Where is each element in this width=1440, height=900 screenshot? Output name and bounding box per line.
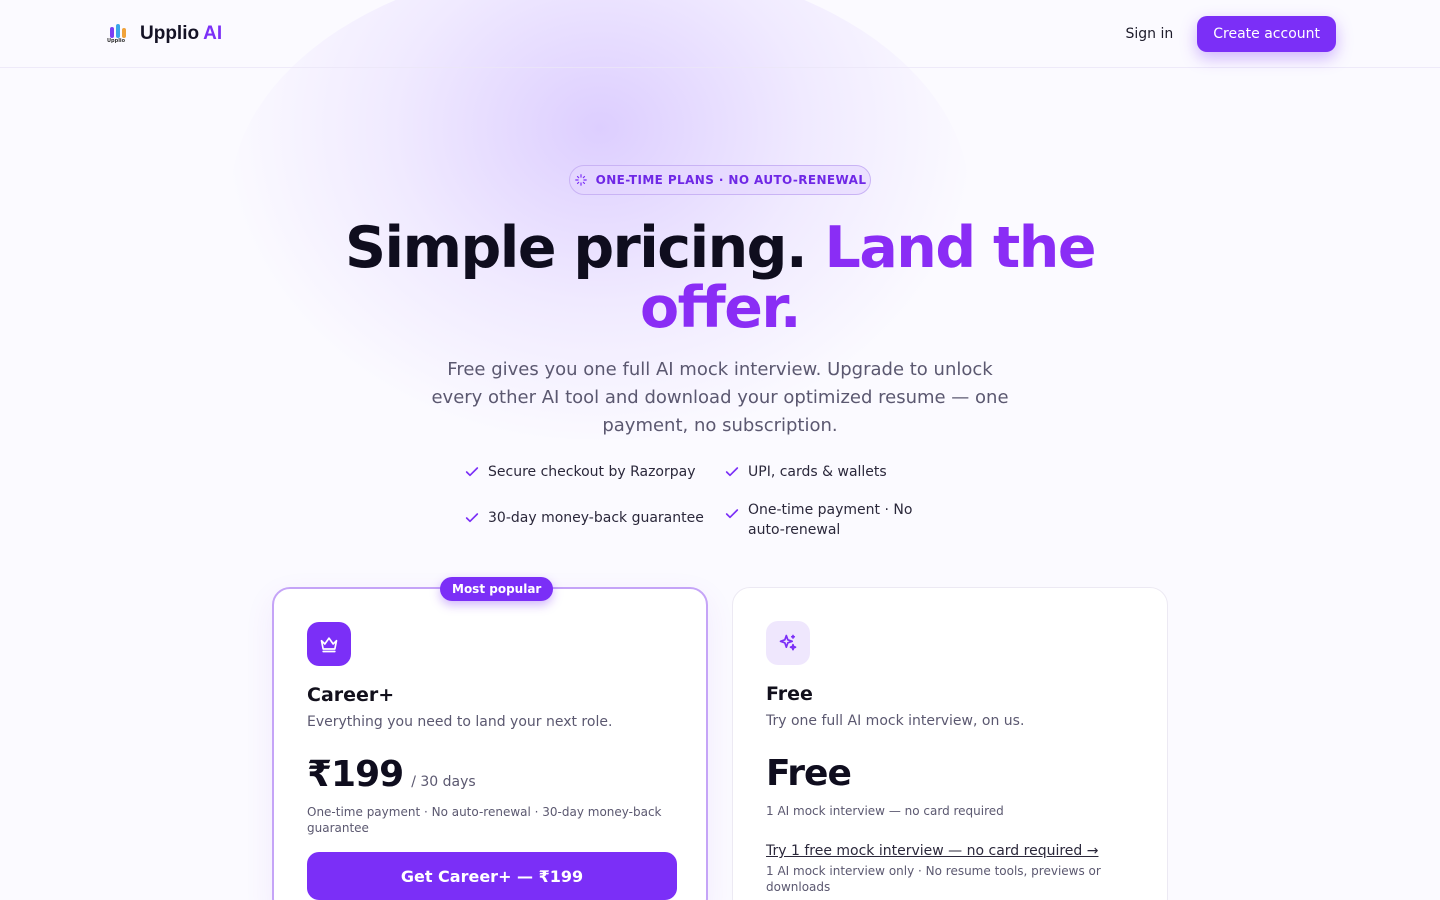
plan-card-free: Free Try one full AI mock interview, on … (732, 587, 1168, 900)
plan-price: Free (766, 753, 852, 794)
price-row: Free (766, 753, 1134, 794)
sign-in-button[interactable]: Sign in (1126, 26, 1174, 42)
check-icon (725, 509, 739, 519)
plan-fine-print: One-time payment · No auto-renewal · 30-… (307, 805, 662, 835)
sparkles-icon (574, 174, 587, 186)
plan-period: / 30 days (411, 774, 476, 790)
title-main: Simple pricing. (345, 215, 808, 281)
plans-pill-label: ONE-TIME PLANS · NO AUTO-RENEWAL (595, 173, 867, 187)
feature-item: 30-day money-back guarantee (464, 500, 724, 540)
brand-logo-icon: Upplio (107, 23, 128, 44)
sparkles-icon (766, 621, 810, 665)
feature-list: Secure checkout by Razorpay UPI, cards &… (464, 462, 984, 540)
feature-item: UPI, cards & wallets (724, 462, 964, 484)
plan-price: ₹199 (307, 754, 404, 795)
plan-name: Career+ (307, 684, 395, 706)
get-career-plus-button[interactable]: Get Career+ — ₹199 (307, 852, 677, 900)
plans-pill: ONE-TIME PLANS · NO AUTO-RENEWAL (569, 165, 871, 195)
plan-description: Try one full AI mock interview, on us. (766, 713, 1025, 729)
nav-actions: Sign in Create account (1126, 15, 1336, 52)
logo-text: Upplio (107, 37, 126, 44)
top-nav: Upplio Upplio AI Sign in Create account (0, 0, 1440, 68)
feature-item: Secure checkout by Razorpay (464, 462, 724, 484)
check-icon (465, 513, 479, 523)
feature-item: One-time payment · No auto-renewal (724, 500, 944, 540)
page-title: Simple pricing. Land the offer. (320, 218, 1120, 338)
most-popular-badge: Most popular (440, 577, 554, 601)
plan-description: Everything you need to land your next ro… (307, 714, 613, 730)
try-free-mock-link[interactable]: Try 1 free mock interview — no card requ… (766, 843, 1098, 859)
plan-name: Free (766, 683, 813, 705)
brand-name: Upplio AI (140, 22, 223, 44)
check-icon (465, 467, 479, 477)
create-account-button[interactable]: Create account (1197, 15, 1336, 52)
price-row: ₹199 / 30 days (307, 754, 673, 795)
plan-card-career: Most popular Career+ Everything you need… (272, 577, 708, 900)
check-icon (725, 467, 739, 477)
free-plan-note: 1 AI mock interview only · No resume too… (766, 864, 1101, 894)
page-subtitle: Free gives you one full AI mock intervie… (431, 359, 1009, 436)
plan-fine-print: 1 AI mock interview — no card required (766, 804, 1004, 818)
brand[interactable]: Upplio Upplio AI (107, 22, 223, 45)
crown-icon (307, 622, 351, 666)
brand-accent: AI (203, 22, 223, 44)
